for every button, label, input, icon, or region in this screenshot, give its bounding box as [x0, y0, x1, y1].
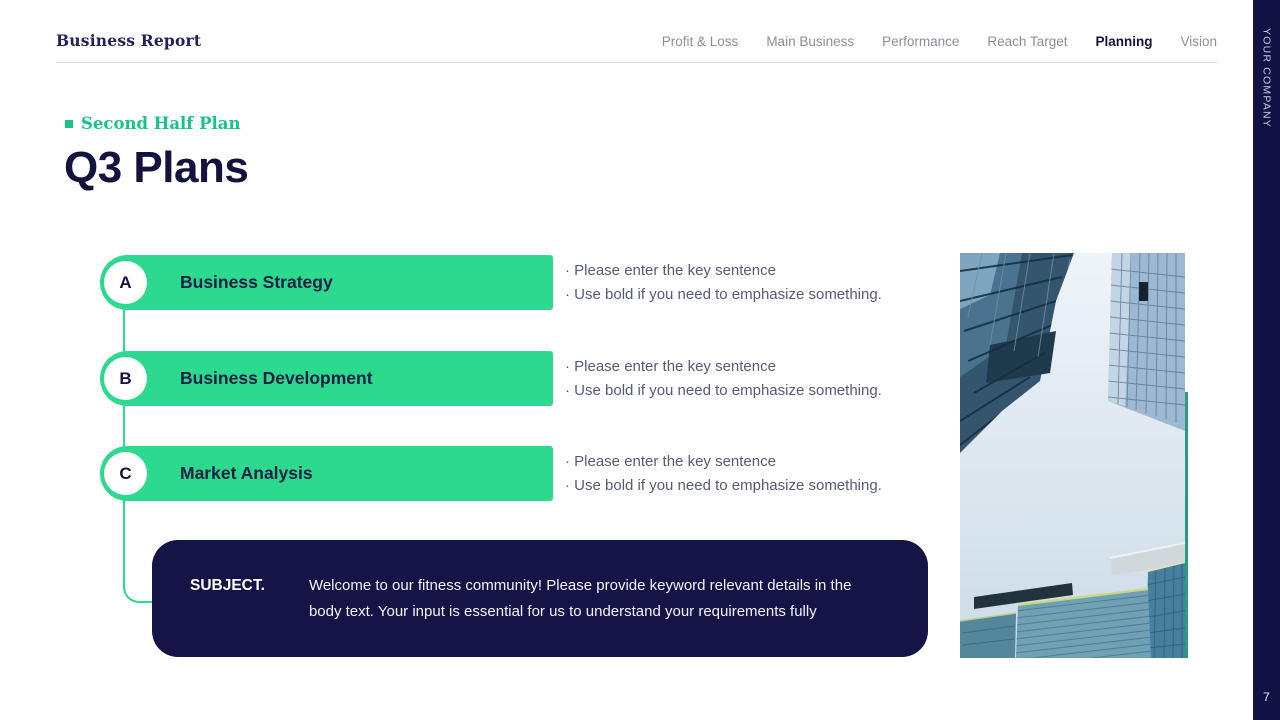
plan-banner: A Business Strategy [100, 255, 553, 310]
letter-badge-label: B [119, 368, 132, 388]
subject-box: SUBJECT. Welcome to our fitness communit… [152, 540, 928, 657]
subject-label: SUBJECT. [190, 577, 265, 594]
plan-notes: · Please enter the key sentence · Use bo… [565, 450, 882, 498]
plan-note-line: · Please enter the key sentence [565, 262, 776, 279]
plan-banner: C Market Analysis [100, 446, 553, 501]
brand-title: Business Report [56, 31, 202, 50]
skyscraper-photo [960, 253, 1185, 658]
subject-body: Welcome to our fitness community! Please… [308, 577, 852, 620]
company-label: YOUR COMPANY [1260, 28, 1273, 128]
photo-accent-line [1185, 392, 1188, 658]
page-number: 7 [1263, 690, 1270, 704]
plan-note-line: · Please enter the key sentence [565, 453, 776, 470]
plan-note-line: · Use bold if you need to emphasize some… [565, 382, 882, 399]
nav-item-performance[interactable]: Performance [882, 34, 959, 49]
nav-item-vision[interactable]: Vision [1180, 34, 1217, 49]
side-rail: YOUR COMPANY 7 [1253, 0, 1280, 720]
letter-badge: B [104, 357, 147, 400]
plan-notes: · Please enter the key sentence · Use bo… [565, 355, 882, 403]
letter-badge: A [104, 261, 147, 304]
plan-title: Market Analysis [180, 463, 313, 483]
letter-badge-label: A [119, 272, 132, 292]
slide-page: Business Report Profit & Loss Main Busin… [0, 0, 1280, 720]
nav-item-profit-loss[interactable]: Profit & Loss [662, 34, 739, 49]
plan-notes: · Please enter the key sentence · Use bo… [565, 259, 882, 307]
letter-badge-label: C [119, 463, 132, 483]
plan-title: Business Development [180, 368, 373, 388]
plan-note-line: · Use bold if you need to emphasize some… [565, 286, 882, 303]
header-divider [56, 62, 1217, 63]
section-eyebrow: Second Half Plan [65, 114, 241, 133]
top-nav: Profit & Loss Main Business Performance … [662, 34, 1217, 49]
plan-banner: B Business Development [100, 351, 553, 406]
nav-item-main-business[interactable]: Main Business [766, 34, 854, 49]
plan-note-line: · Use bold if you need to emphasize some… [565, 477, 882, 494]
nav-item-planning[interactable]: Planning [1095, 34, 1152, 49]
plan-title: Business Strategy [180, 272, 333, 292]
eyebrow-label: Second Half Plan [81, 114, 241, 133]
skyscraper-photo-graphic [960, 253, 1185, 658]
letter-badge: C [104, 452, 147, 495]
bullet-square-icon [65, 119, 73, 128]
page-title: Q3 Plans [64, 143, 249, 192]
plan-note-line: · Please enter the key sentence [565, 358, 776, 375]
nav-item-reach-target[interactable]: Reach Target [987, 34, 1067, 49]
